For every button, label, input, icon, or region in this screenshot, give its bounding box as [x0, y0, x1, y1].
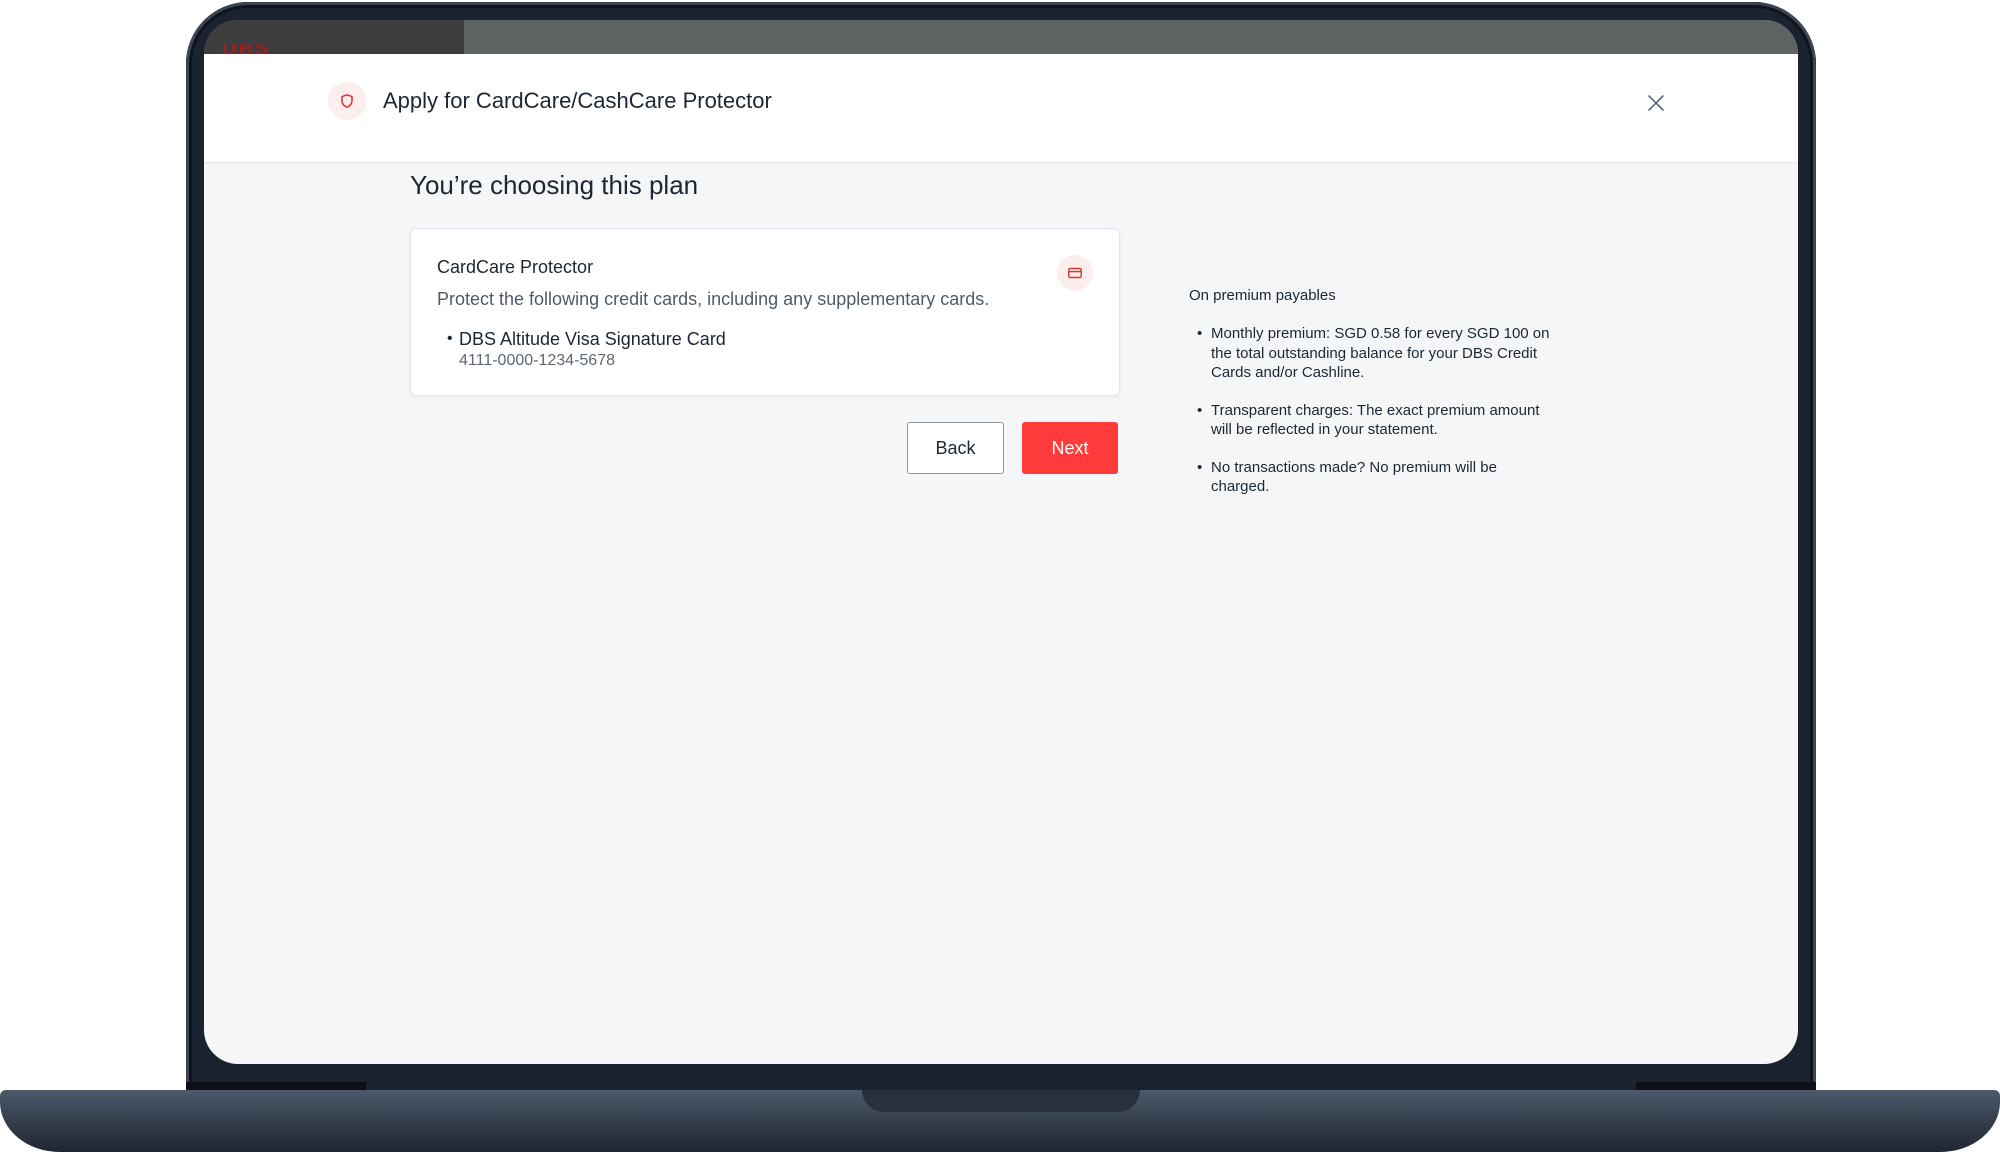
- premium-info-text: No transactions made? No premium will be…: [1211, 458, 1497, 496]
- back-button[interactable]: Back: [907, 422, 1004, 474]
- close-icon: [1648, 95, 1664, 111]
- background-page-strip: DBS: [204, 20, 1798, 54]
- bullet: •: [1197, 458, 1203, 476]
- laptop-notch: [862, 1090, 1140, 1112]
- premium-info-list: • Monthly premium: SGD 0.58 for every SG…: [1189, 324, 1559, 515]
- credit-card-icon: [1068, 267, 1082, 279]
- card-name: DBS Altitude Visa Signature Card: [459, 329, 726, 349]
- background-sidebar-strip: DBS: [204, 20, 464, 54]
- background-brand-logo: DBS: [222, 44, 292, 54]
- plan-icon-badge: [1057, 255, 1093, 291]
- bullet: •: [1197, 325, 1203, 342]
- shield-icon: [341, 94, 353, 108]
- next-button[interactable]: Next: [1022, 422, 1118, 474]
- header-icon-badge: [328, 82, 366, 120]
- close-button[interactable]: [1642, 89, 1670, 117]
- list-item: • Monthly premium: SGD 0.58 for every SG…: [1189, 324, 1559, 383]
- modal-title: Apply for CardCare/CashCare Protector: [383, 88, 772, 113]
- premium-info-text: Transparent charges: The exact premium a…: [1211, 401, 1540, 439]
- bullet: •: [447, 330, 453, 347]
- bullet: •: [1197, 401, 1203, 419]
- plan-card: CardCare Protector Protect the following…: [410, 228, 1120, 396]
- laptop-hinge-left: [186, 1082, 366, 1090]
- plan-name: CardCare Protector: [437, 257, 594, 277]
- premium-info-text: Monthly premium: SGD 0.58 for every SGD …: [1211, 325, 1550, 381]
- list-item: • No transactions made? No premium will …: [1189, 458, 1559, 497]
- page-title: You’re choosing this plan: [410, 170, 699, 200]
- premium-info-heading: On premium payables: [1189, 287, 1336, 304]
- card-number: 4111-0000-1234-5678: [459, 352, 615, 369]
- plan-description: Protect the following credit cards, incl…: [437, 289, 990, 309]
- laptop-hinge-right: [1636, 1082, 1816, 1090]
- list-item: • Transparent charges: The exact premium…: [1189, 401, 1559, 440]
- screen: DBS Apply for CardCare/CashCare Protecto…: [204, 20, 1798, 1064]
- modal-header: Apply for CardCare/CashCare Protector: [204, 54, 1798, 163]
